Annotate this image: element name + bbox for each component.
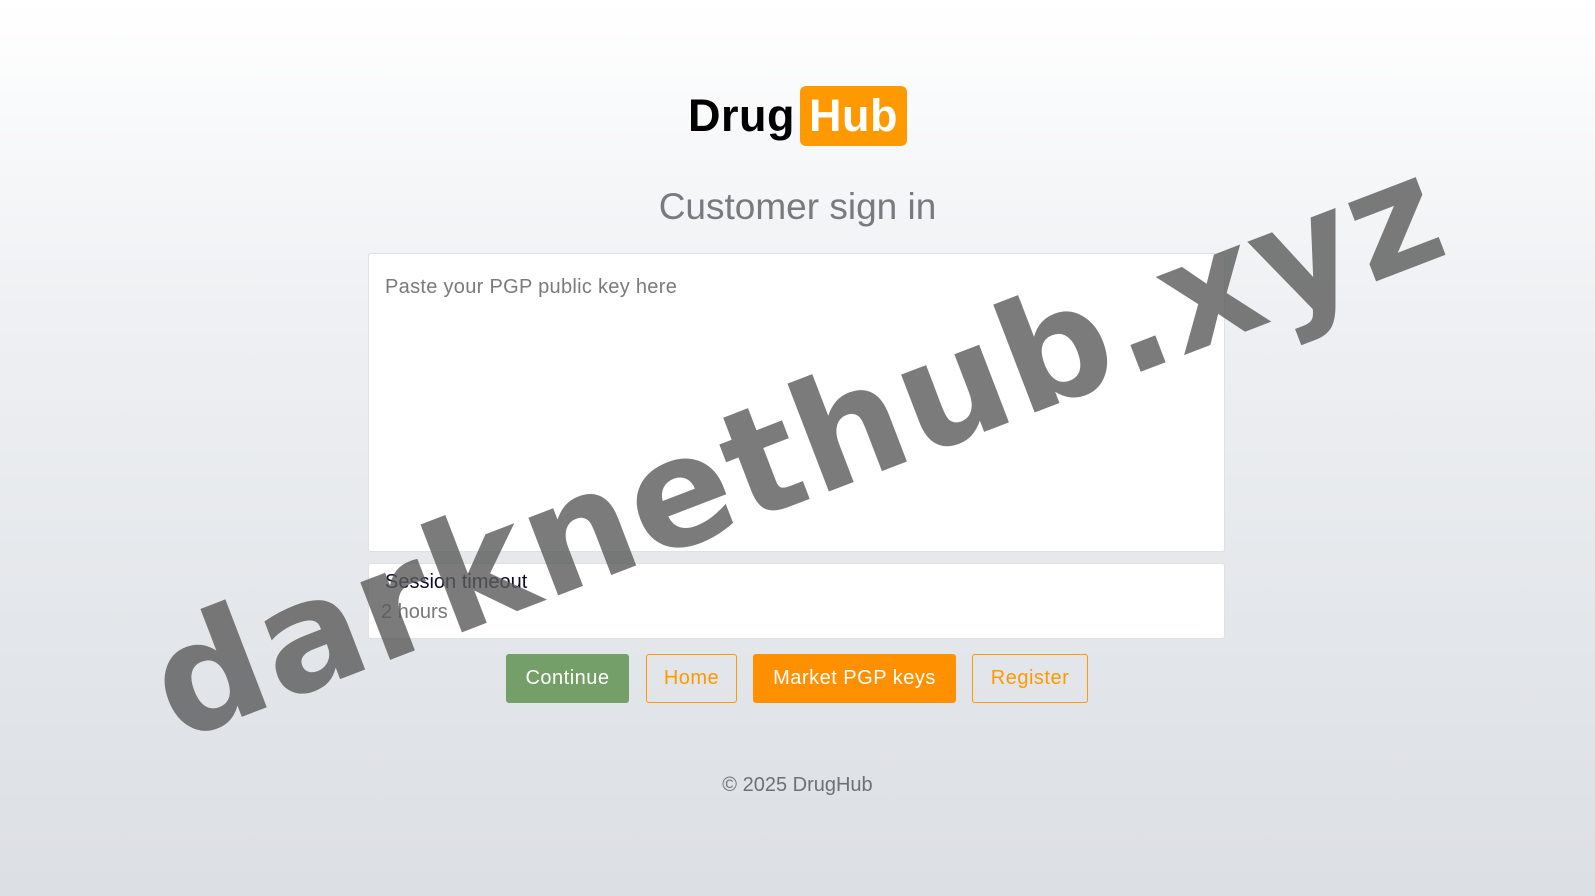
home-button[interactable]: Home [646, 654, 737, 703]
footer-copyright: © 2025 DrugHub [722, 774, 873, 796]
market-pgp-keys-button[interactable]: Market PGP keys [753, 654, 956, 703]
drughub-logo: Drug Hub [688, 86, 907, 146]
logo-text-drug: Drug [688, 90, 795, 141]
session-timeout-value[interactable]: 2 hours [381, 601, 448, 624]
register-button[interactable]: Register [972, 654, 1088, 703]
continue-button[interactable]: Continue [506, 654, 629, 703]
logo-text-hub: Hub [800, 86, 907, 146]
session-timeout-select[interactable]: Session timeout 2 hours [368, 563, 1225, 639]
session-timeout-label: Session timeout [385, 571, 528, 593]
page-title: Customer sign in [658, 186, 937, 227]
pgp-key-input[interactable] [368, 253, 1225, 552]
action-buttons: Continue Home Market PGP keys Register [0, 654, 1595, 703]
